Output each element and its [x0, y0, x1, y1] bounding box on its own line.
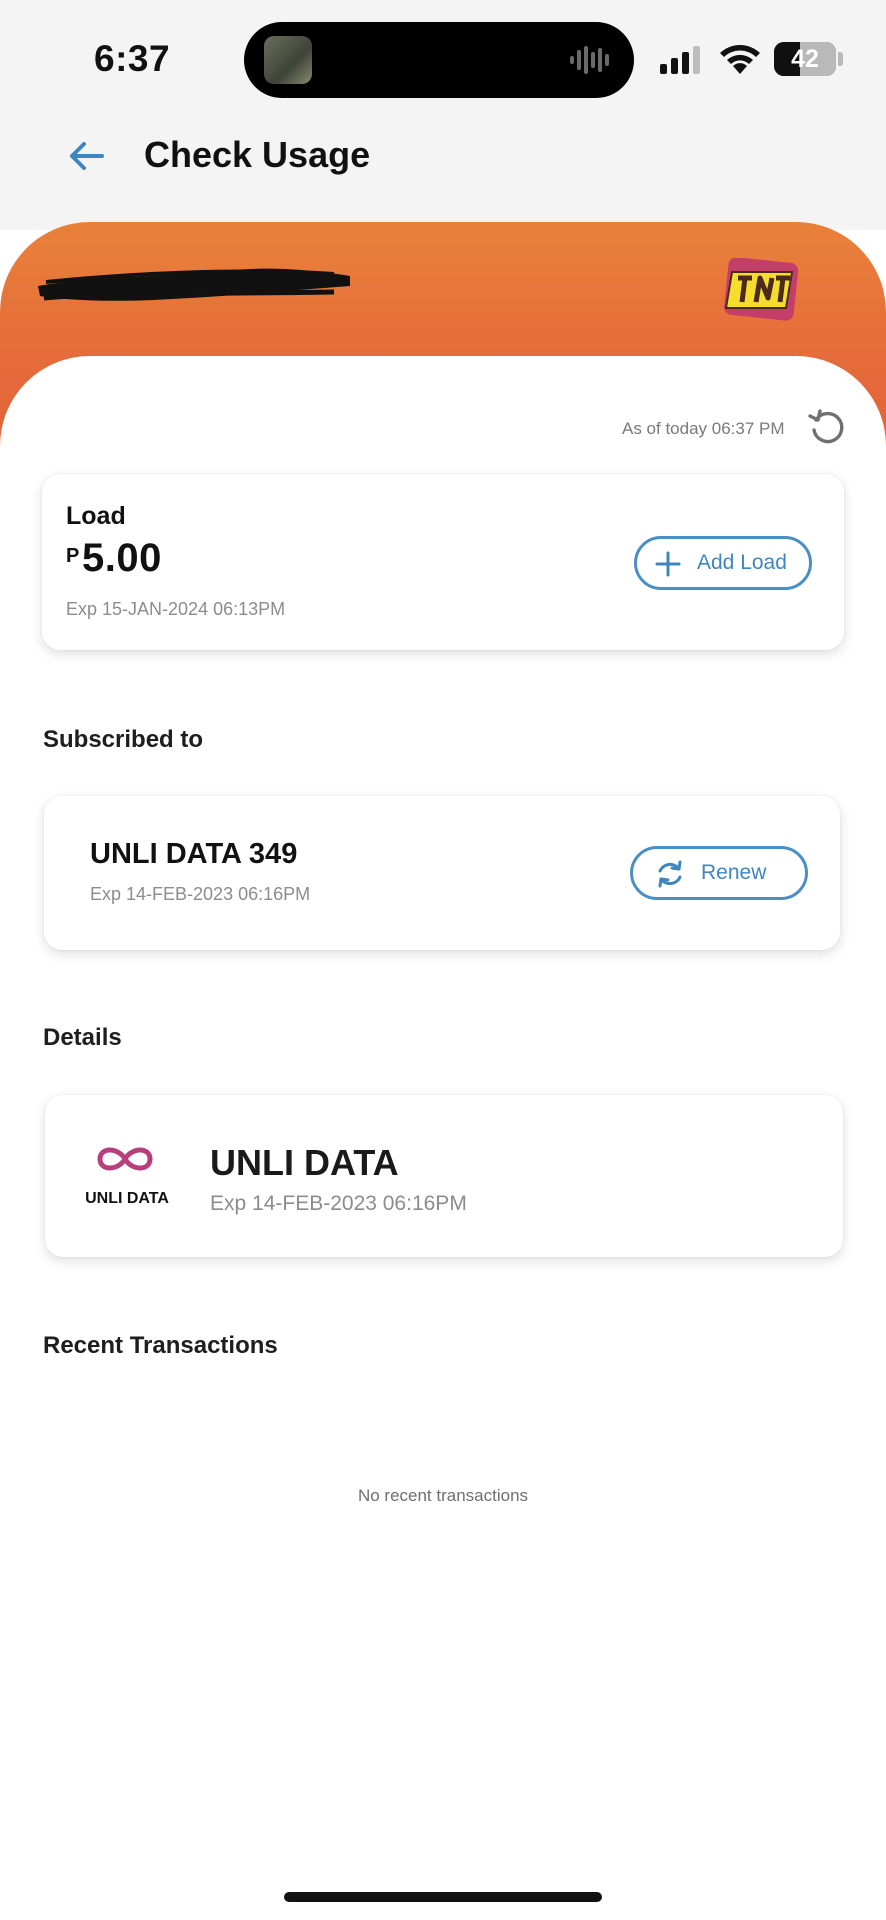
now-playing-thumbnail — [264, 36, 312, 84]
load-label: Load — [66, 502, 126, 530]
battery-cap — [838, 52, 843, 66]
plus-icon — [655, 551, 681, 577]
refresh-icon[interactable] — [808, 408, 846, 446]
detail-expiry: Exp 14-FEB-2023 06:16PM — [210, 1192, 467, 1215]
wifi-icon — [720, 45, 760, 74]
renew-icon — [658, 860, 682, 888]
no-transactions-text: No recent transactions — [357, 1486, 529, 1505]
details-section-title: Details — [43, 1024, 122, 1051]
subscribed-section-title: Subscribed to — [43, 726, 204, 753]
battery-icon: 42 — [774, 42, 836, 76]
redacted-account-number — [38, 268, 350, 301]
back-arrow-icon[interactable] — [64, 136, 108, 176]
add-load-button[interactable]: Add Load — [634, 536, 812, 590]
currency-symbol: P — [66, 545, 80, 567]
detail-icon-label: UNLI DATA — [85, 1190, 169, 1207]
balance-as-of: As of today 06:37 PM — [622, 419, 785, 438]
recent-transactions-title: Recent Transactions — [43, 1332, 278, 1359]
cellular-signal-icon — [660, 46, 700, 74]
load-amount: 5.00 — [82, 536, 162, 580]
detail-item-card[interactable] — [45, 1095, 843, 1257]
renew-label: Renew — [701, 861, 767, 884]
audio-wave-icon — [570, 46, 609, 74]
subscription-name: UNLI DATA 349 — [90, 838, 298, 870]
battery-level: 42 — [791, 45, 819, 73]
subscription-expiry: Exp 14-FEB-2023 06:16PM — [90, 884, 311, 904]
renew-button[interactable]: Renew — [630, 846, 808, 900]
load-expiry: Exp 15-JAN-2024 06:13PM — [66, 599, 286, 619]
add-load-label: Add Load — [697, 551, 787, 574]
tnt-logo — [724, 258, 799, 321]
page-title: Check Usage — [144, 134, 371, 175]
infinity-icon — [97, 1147, 153, 1171]
status-time: 6:37 — [94, 38, 171, 79]
page-header — [0, 110, 886, 230]
home-indicator[interactable] — [284, 1892, 602, 1902]
detail-name: UNLI DATA — [210, 1142, 399, 1183]
